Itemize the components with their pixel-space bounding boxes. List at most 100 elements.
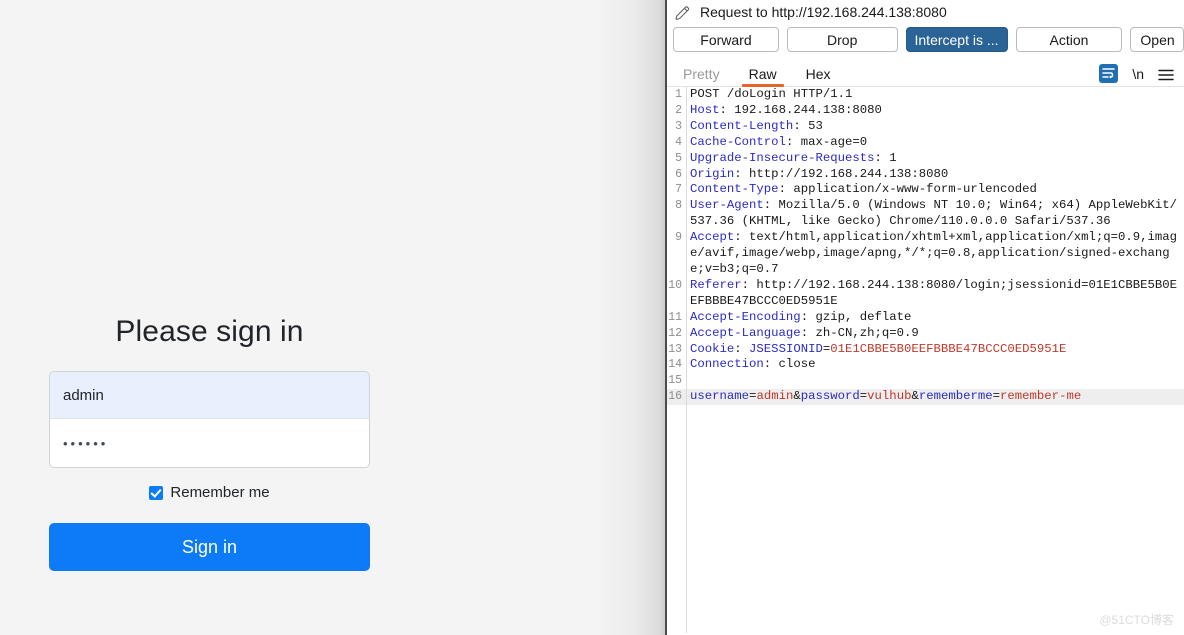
request-line: 4 Cache-Control: max-age=0 xyxy=(667,135,1184,151)
request-line: 14 Connection: close xyxy=(667,357,1184,373)
line-number: 3 xyxy=(675,119,682,133)
line-segment: : xyxy=(734,341,750,356)
line-segment: Host xyxy=(690,102,720,117)
line-segment: Content-Type xyxy=(690,182,779,197)
line-number: 10 xyxy=(668,278,682,292)
message-view-tabs: Pretty Raw Hex \n xyxy=(667,59,1184,87)
line-segment: remember-me xyxy=(1000,389,1082,404)
word-wrap-icon[interactable] xyxy=(1099,64,1119,83)
hamburger-menu-icon[interactable] xyxy=(1158,68,1174,80)
line-segment: rememberme xyxy=(918,389,993,404)
line-number: 14 xyxy=(668,358,682,372)
burp-window-title-bar: Request to http://192.168.244.138:8080 xyxy=(667,1,1184,23)
request-line: 10 Referer: http://192.168.244.138:8080/l… xyxy=(667,278,1184,310)
line-segment: Cache-Control xyxy=(690,134,786,149)
request-line: 13 Cookie: JSESSIONID=01E1CBBE5B0EEFBBBE4… xyxy=(667,342,1184,358)
line-segment: Accept-Language xyxy=(690,325,801,340)
line-segment: : 1 xyxy=(874,150,897,165)
line-segment: JSESSIONID xyxy=(749,341,823,356)
line-segment: User-Agent xyxy=(690,198,764,213)
line-text: Cookie: JSESSIONID=01E1CBBE5B0EEFBBBE47B… xyxy=(686,342,1184,358)
line-segment: 01E1CBBE5B0EEFBBBE47BCCC0ED5951E xyxy=(830,341,1067,356)
line-number: 8 xyxy=(675,199,682,213)
password-input[interactable]: •••••• xyxy=(49,419,370,468)
request-line: 8 User-Agent: Mozilla/5.0 (Windows NT 10.… xyxy=(667,198,1184,230)
line-segment: POST /doLogin HTTP/1.1 xyxy=(690,87,853,101)
line-number: 4 xyxy=(675,135,682,149)
remember-me-checkbox[interactable] xyxy=(149,485,164,500)
request-line: 2 Host: 192.168.244.138:8080 xyxy=(667,103,1184,119)
line-text: Host: 192.168.244.138:8080 xyxy=(686,103,1184,119)
line-segment: = xyxy=(992,389,1001,404)
open-browser-button[interactable]: Open xyxy=(1130,27,1184,52)
line-text: Accept-Language: zh-CN,zh;q=0.9 xyxy=(686,326,1184,342)
line-segment: Origin xyxy=(690,166,735,181)
request-line: 9 Accept: text/html,application/xhtml+xml… xyxy=(667,230,1184,278)
line-text: Upgrade-Insecure-Requests: 1 xyxy=(686,151,1184,167)
request-line: 7 Content-Type: application/x-www-form-ur… xyxy=(667,182,1184,198)
remember-me-row[interactable]: Remember me xyxy=(49,484,370,501)
line-text: Accept: text/html,application/xhtml+xml,… xyxy=(686,230,1184,278)
line-segment: : max-age=0 xyxy=(785,134,868,149)
line-segment: Connection xyxy=(690,357,764,372)
login-page-pane: Please sign in admin •••••• Remember me … xyxy=(0,0,665,635)
line-segment: : http://192.168.244.138:8080 xyxy=(734,166,949,181)
line-number: 16 xyxy=(668,390,682,404)
request-line: 12 Accept-Language: zh-CN,zh;q=0.9 xyxy=(667,326,1184,342)
line-number: 9 xyxy=(675,231,682,245)
line-segment: password xyxy=(800,389,860,404)
login-form: Please sign in admin •••••• Remember me … xyxy=(49,315,370,571)
line-text: User-Agent: Mozilla/5.0 (Windows NT 10.0… xyxy=(686,198,1184,230)
screenshot-root: Please sign in admin •••••• Remember me … xyxy=(0,0,1184,635)
line-text: Content-Length: 53 xyxy=(686,119,1184,135)
line-segment: : zh-CN,zh;q=0.9 xyxy=(800,325,919,340)
viewer-icon-group: \n xyxy=(1099,64,1174,86)
request-code-viewer[interactable]: 1 POST /doLogin HTTP/1.1 2 Host: 192.168.24… xyxy=(667,87,1184,633)
line-text: Connection: close xyxy=(686,357,1184,373)
line-segment: : 53 xyxy=(793,118,823,133)
line-segment: Content-Length xyxy=(690,118,794,133)
line-segment: Cookie xyxy=(690,341,735,356)
request-line: 3 Content-Length: 53 xyxy=(667,119,1184,135)
line-number: 7 xyxy=(675,183,682,197)
line-number: 1 xyxy=(675,88,682,101)
request-line: 1 POST /doLogin HTTP/1.1 xyxy=(667,87,1184,103)
gutter-divider xyxy=(686,87,687,633)
line-text: Referer: http://192.168.244.138:8080/log… xyxy=(686,278,1184,310)
intercept-toggle-button[interactable]: Intercept is ... xyxy=(905,27,1008,52)
forward-button[interactable]: Forward xyxy=(673,27,779,52)
burp-window-title: Request to http://192.168.244.138:8080 xyxy=(700,4,947,20)
username-input[interactable]: admin xyxy=(49,371,370,419)
action-button[interactable]: Action xyxy=(1015,27,1123,52)
tab-pretty[interactable]: Pretty xyxy=(675,67,728,86)
line-segment: & xyxy=(911,389,919,404)
line-segment: : application/x-www-form-urlencoded xyxy=(778,182,1037,197)
tab-hex[interactable]: Hex xyxy=(798,67,839,86)
drop-button[interactable]: Drop xyxy=(786,27,898,52)
line-segment: username xyxy=(690,389,750,404)
line-segment: Accept-Encoding xyxy=(690,309,801,324)
line-text: Accept-Encoding: gzip, deflate xyxy=(686,310,1184,326)
tab-raw[interactable]: Raw xyxy=(741,67,785,87)
line-segment: : http://192.168.244.138:8080/login;jses… xyxy=(690,277,1178,308)
line-number: 12 xyxy=(668,326,682,340)
line-number: 5 xyxy=(675,151,682,165)
line-segment: : gzip, deflate xyxy=(800,309,912,324)
line-segment: : Mozilla/5.0 (Windows NT 10.0; Win64; x… xyxy=(690,198,1178,229)
request-lines: 1 POST /doLogin HTTP/1.1 2 Host: 192.168.24… xyxy=(667,87,1184,406)
request-line: 16 username=admin&password=vulhub&remembe… xyxy=(667,389,1184,406)
remember-me-label: Remember me xyxy=(170,484,270,501)
request-line: 11 Accept-Encoding: gzip, deflate xyxy=(667,310,1184,326)
line-segment: : text/html,application/xhtml+xml,applic… xyxy=(690,230,1178,276)
sign-in-button[interactable]: Sign in xyxy=(49,523,370,571)
line-segment: : close xyxy=(763,357,816,372)
line-number: 6 xyxy=(675,167,682,181)
request-line: 6 Origin: http://192.168.244.138:8080 xyxy=(667,167,1184,183)
newline-icon[interactable]: \n xyxy=(1132,66,1144,82)
line-text: username=admin&password=vulhub&rememberm… xyxy=(686,389,1184,406)
line-number: 2 xyxy=(675,103,682,117)
line-segment: admin xyxy=(756,389,794,404)
line-segment: Referer xyxy=(690,277,742,292)
page-title: Please sign in xyxy=(115,315,304,348)
line-text: Content-Type: application/x-www-form-url… xyxy=(686,182,1184,198)
